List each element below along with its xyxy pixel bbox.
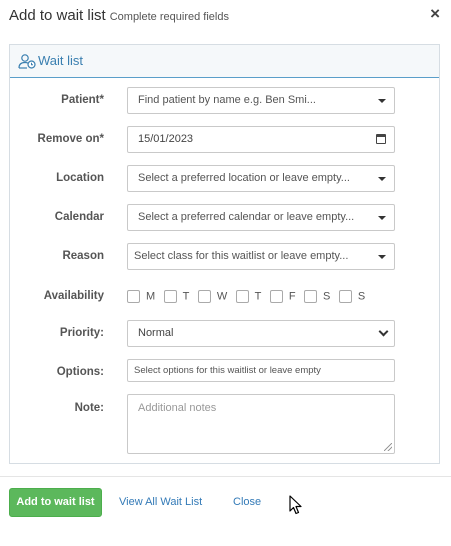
note-placeholder: Additional notes: [138, 402, 217, 414]
checkbox[interactable]: [304, 290, 318, 304]
panel-heading-text: Wait list: [38, 53, 84, 68]
note-label: Note:: [74, 402, 104, 414]
day-label: M: [146, 290, 156, 303]
panel-heading: Wait list: [10, 45, 439, 78]
modal-subtitle: Complete required fields: [109, 11, 229, 23]
resize-handle-icon[interactable]: [384, 443, 392, 451]
view-all-wait-list-link[interactable]: View All Wait List: [119, 496, 202, 508]
add-to-wait-list-button[interactable]: Add to wait list: [9, 488, 102, 517]
priority-select[interactable]: Normal: [127, 320, 395, 347]
checkbox[interactable]: [197, 290, 211, 304]
day-friday[interactable]: F: [269, 290, 296, 304]
modal-header: Add to wait list Complete required fields…: [0, 0, 451, 34]
remove-on-value: 15/01/2023: [138, 133, 194, 145]
day-sunday[interactable]: S: [338, 290, 366, 304]
options-input[interactable]: Select options for this waitlist or leav…: [127, 359, 395, 382]
day-tuesday[interactable]: T: [163, 290, 190, 304]
patient-label: Patient*: [61, 94, 104, 106]
mouse-pointer-icon: [289, 495, 302, 515]
location-placeholder: Select a preferred location or leave emp…: [138, 172, 350, 184]
reason-label: Reason: [62, 250, 104, 262]
day-label: W: [216, 290, 228, 303]
close-link[interactable]: Close: [233, 496, 261, 508]
caret-down-icon: [378, 255, 386, 259]
reason-placeholder: Select class for this waitlist or leave …: [134, 250, 349, 262]
remove-on-label: Remove on*: [37, 133, 104, 145]
patient-placeholder: Find patient by name e.g. Ben Smi...: [138, 94, 316, 106]
patient-select[interactable]: Find patient by name e.g. Ben Smi...: [127, 87, 395, 114]
options-placeholder: Select options for this waitlist or leav…: [134, 365, 321, 376]
location-label: Location: [56, 172, 104, 184]
modal-title-text: Add to wait list: [9, 7, 106, 24]
checkbox[interactable]: [163, 290, 177, 304]
chevron-down-icon: [378, 326, 389, 337]
day-thursday[interactable]: T: [235, 290, 262, 304]
day-monday[interactable]: M: [127, 290, 156, 304]
day-saturday[interactable]: S: [304, 290, 331, 304]
priority-value: Normal: [138, 327, 174, 339]
availability-days: M T W T F S S: [127, 288, 369, 304]
checkbox[interactable]: [235, 290, 249, 304]
day-label: T: [254, 290, 262, 303]
location-select[interactable]: Select a preferred location or leave emp…: [127, 165, 395, 192]
calendar-select[interactable]: Select a preferred calendar or leave emp…: [127, 204, 395, 231]
user-clock-icon: [18, 54, 36, 69]
checkbox[interactable]: [127, 290, 140, 304]
day-label: T: [182, 290, 190, 303]
caret-down-icon: [378, 177, 386, 181]
checkbox[interactable]: [269, 290, 283, 304]
remove-on-date-input[interactable]: 15/01/2023: [127, 126, 395, 153]
modal-title: Add to wait list Complete required fields: [9, 7, 229, 24]
day-wednesday[interactable]: W: [197, 290, 228, 304]
day-label: S: [357, 290, 366, 303]
caret-down-icon: [378, 99, 386, 103]
calendar-label: Calendar: [54, 211, 104, 223]
calendar-placeholder: Select a preferred calendar or leave emp…: [138, 211, 355, 223]
close-icon[interactable]: ×: [430, 5, 440, 22]
day-label: S: [323, 290, 331, 303]
caret-down-icon: [378, 216, 386, 220]
wait-list-panel: Wait list Patient* Find patient by name …: [9, 44, 440, 464]
options-label: Options:: [56, 366, 104, 378]
availability-label: Availability: [43, 290, 104, 302]
priority-label: Priority:: [59, 327, 104, 339]
calendar-icon[interactable]: [376, 134, 386, 144]
reason-select[interactable]: Select class for this waitlist or leave …: [127, 243, 395, 270]
checkbox[interactable]: [338, 290, 352, 304]
note-textarea[interactable]: Additional notes: [127, 394, 395, 454]
day-label: F: [288, 290, 296, 303]
